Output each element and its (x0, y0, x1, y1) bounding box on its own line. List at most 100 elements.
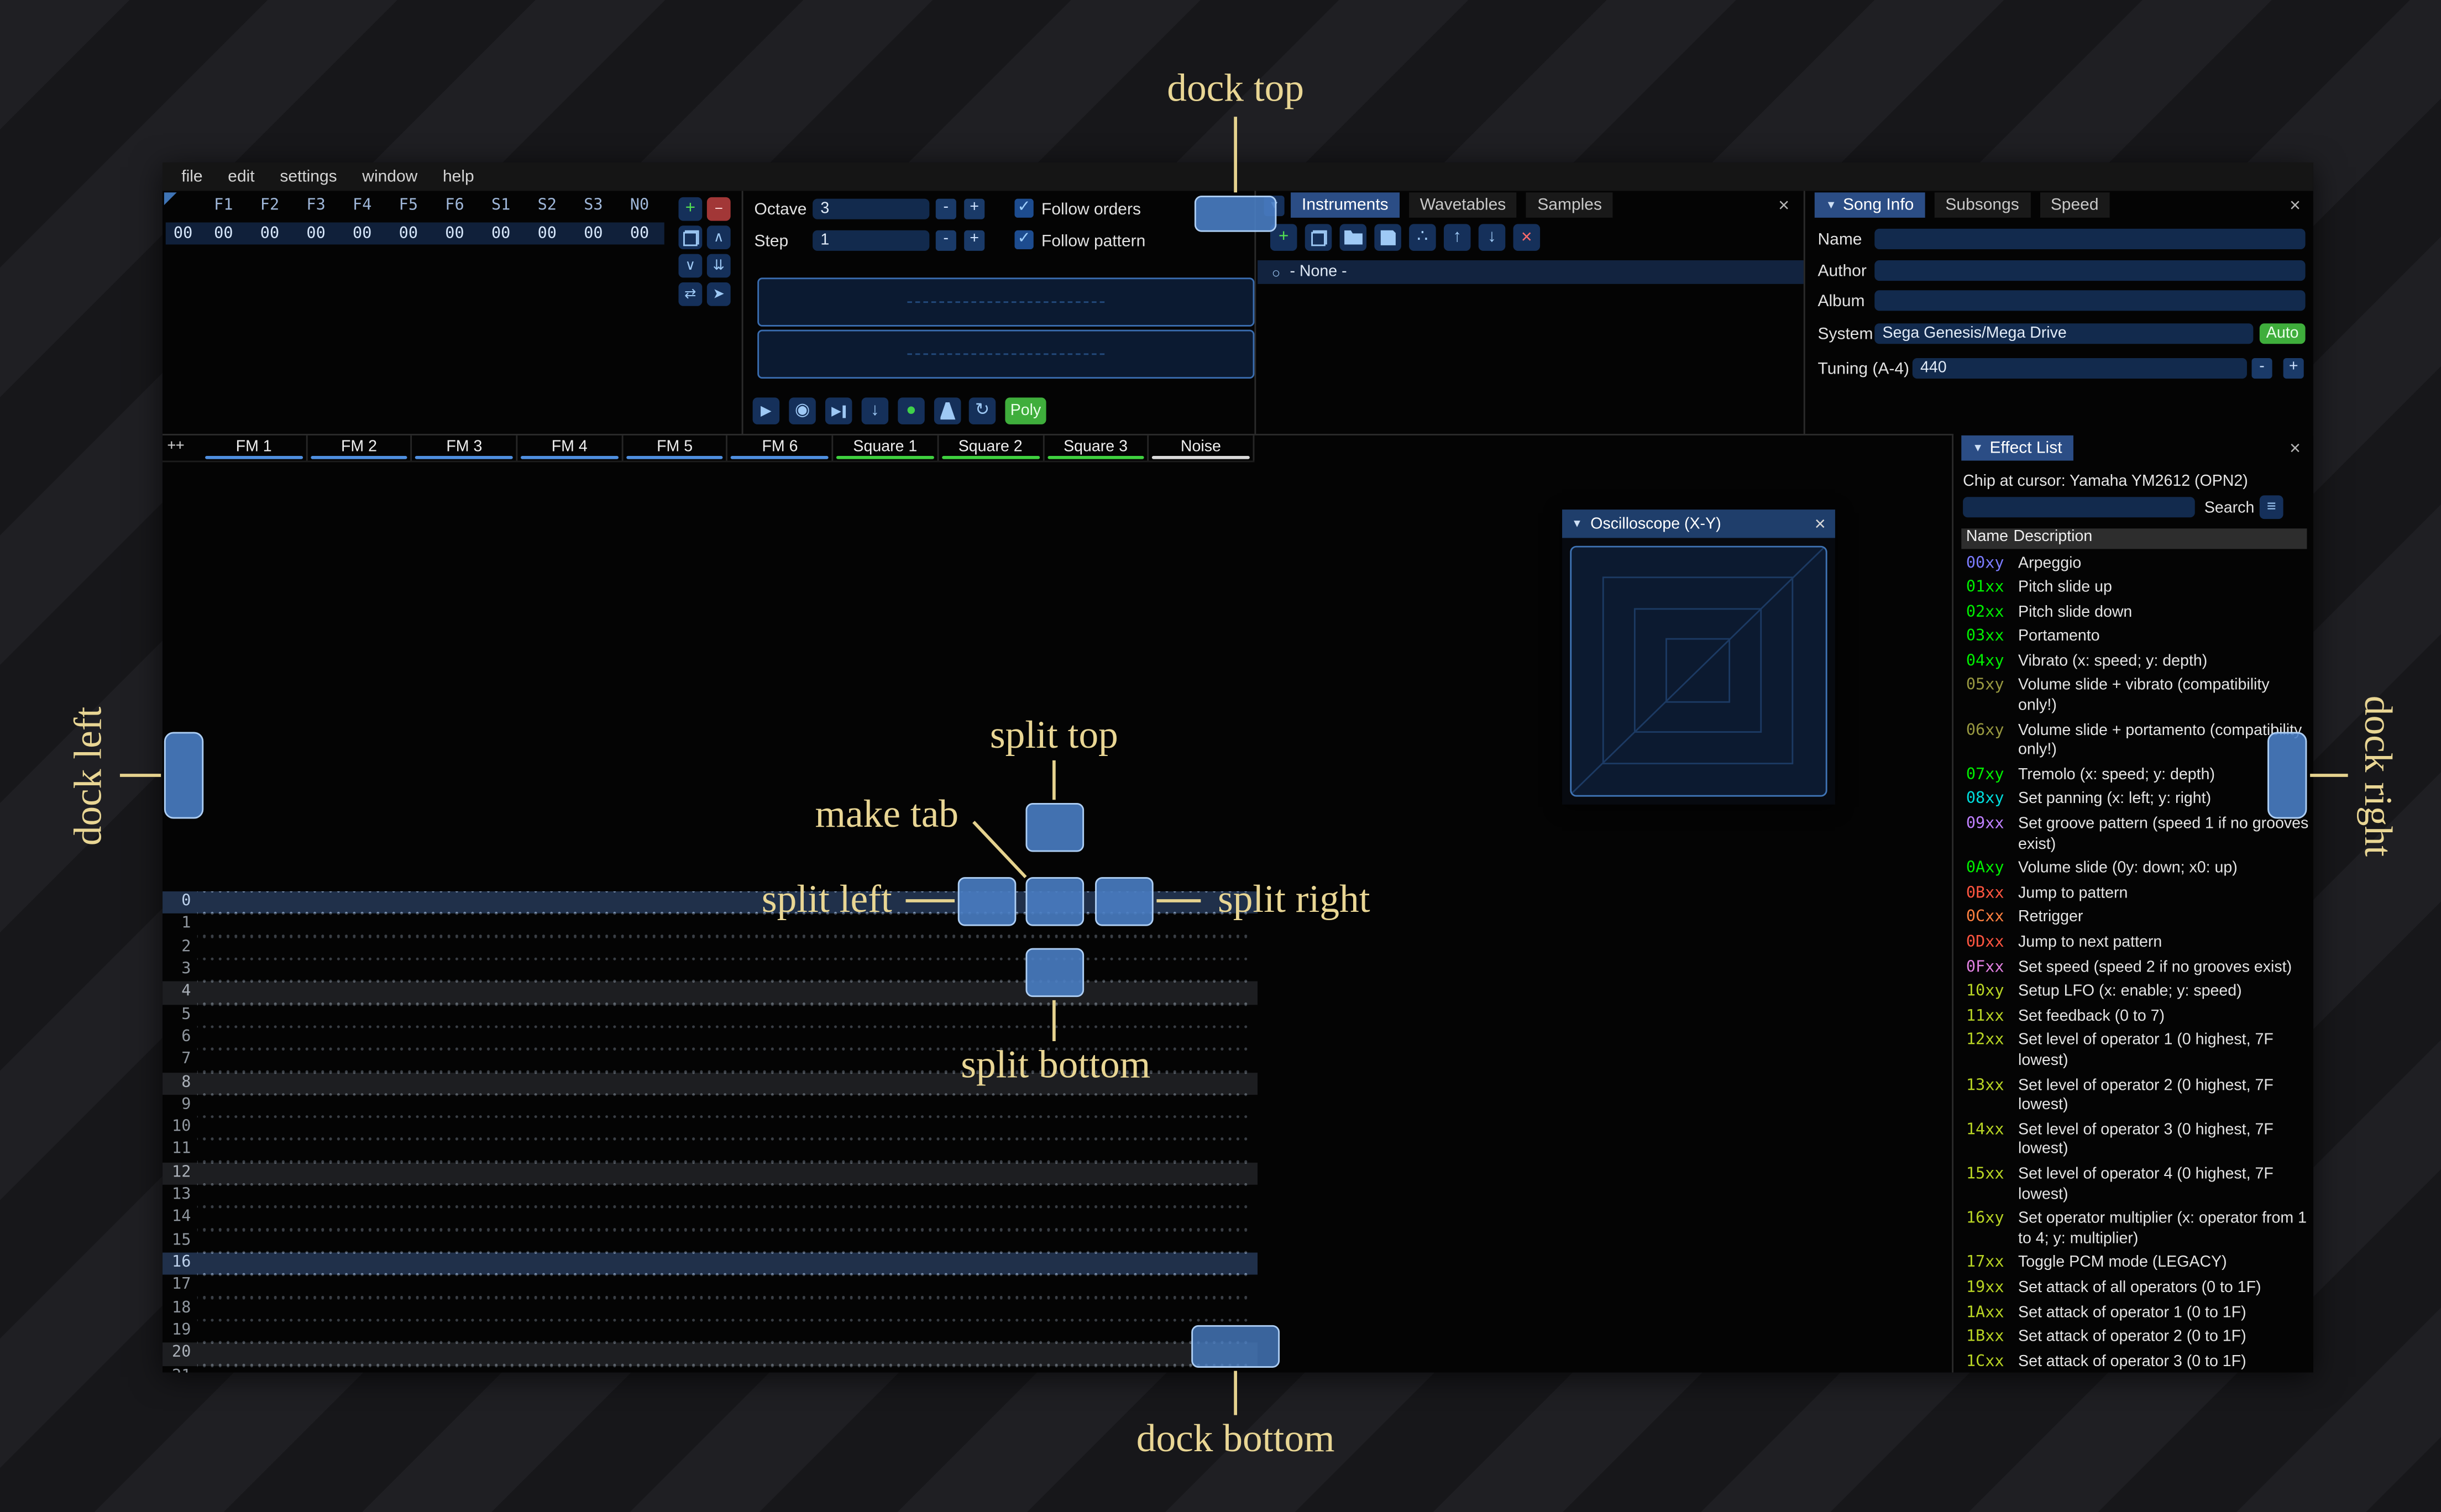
metronome-button[interactable] (934, 397, 961, 424)
effect-row[interactable]: 0Axy Volume slide (0y: down; x0: up) (1961, 858, 2310, 883)
pattern-row[interactable]: 5 (163, 1004, 1258, 1027)
song-info-close-icon[interactable]: × (2290, 196, 2301, 214)
pattern-row-cells[interactable] (197, 1184, 1250, 1208)
pattern-channel-header[interactable]: FM 3 (412, 435, 518, 461)
pattern-row[interactable]: 13 (163, 1184, 1258, 1208)
pattern-row-cells[interactable] (197, 1230, 1250, 1253)
effect-row[interactable]: 09xx Set groove pattern (speed 1 if no g… (1961, 813, 2310, 858)
order-move-up-button[interactable]: ∧ (706, 225, 731, 250)
split-target-left[interactable] (957, 877, 1017, 926)
effect-list-menu-button[interactable]: ≡ (2259, 495, 2283, 519)
pattern-channel-header[interactable]: Noise (1149, 435, 1255, 461)
pattern-row-cells[interactable] (197, 936, 1250, 959)
instrument-move-up-button[interactable]: ↑ (1443, 224, 1471, 251)
instruments-tab[interactable]: Samples (1526, 192, 1613, 218)
order-duplicate-button[interactable] (678, 225, 703, 250)
pattern-channel-header[interactable]: FM 2 (307, 435, 413, 461)
follow-pattern-checkbox[interactable]: ✓ (1014, 230, 1034, 250)
orders-cell[interactable]: 00 (478, 225, 524, 242)
effect-row[interactable]: 05xy Volume slide + vibrato (compatibili… (1961, 675, 2310, 720)
song-info-tab[interactable]: ▼ Song Info (1814, 192, 1925, 218)
dock-target-top[interactable] (1194, 195, 1277, 232)
order-remove-button[interactable]: − (706, 197, 731, 221)
system-field[interactable]: Sega Genesis/Mega Drive (1874, 323, 2254, 344)
pattern-row-cells[interactable] (197, 1094, 1250, 1117)
repeat-pattern-button[interactable]: ↻ (968, 397, 996, 424)
effect-list-tab[interactable]: ▼ Effect List (1961, 435, 2073, 461)
instrument-move-down-button[interactable]: ↓ (1478, 224, 1506, 251)
orders-cell[interactable]: 00 (339, 225, 385, 242)
instruments-close-icon[interactable]: × (1778, 196, 1789, 214)
pattern-channel-header[interactable]: FM 4 (517, 435, 623, 461)
effect-row[interactable]: 0Fxx Set speed (speed 2 if no grooves ex… (1961, 956, 2310, 981)
pattern-channel-header[interactable]: Square 3 (1044, 435, 1149, 461)
pattern-row-cells[interactable] (197, 981, 1250, 1005)
instruments-tab[interactable]: Wavetables (1408, 192, 1517, 218)
split-target-top[interactable] (1025, 802, 1085, 852)
orders-cell[interactable]: 00 (201, 225, 247, 242)
pattern-row[interactable]: 1 (163, 914, 1258, 937)
pattern-row[interactable]: 3 (163, 959, 1258, 982)
orders-corner-tab-icon[interactable] (164, 192, 177, 206)
orders-row[interactable]: 00 00 00 00 00 00 00 00 00 00 00 (165, 222, 664, 245)
move-cursor-down-button[interactable]: ↓ (861, 397, 889, 424)
pattern-row-cells[interactable] (197, 1140, 1250, 1163)
effect-row[interactable]: 1Axx Set attack of operator 1 (0 to 1F) (1961, 1301, 2310, 1326)
effect-list-close-icon[interactable]: × (2290, 439, 2301, 458)
pattern-channel-header[interactable]: FM 1 (202, 435, 307, 461)
oscilloscope-title-bar[interactable]: ▼ Oscilloscope (X-Y) × (1562, 510, 1835, 538)
instrument-open-button[interactable] (1339, 224, 1367, 251)
effect-row[interactable]: 10xy Setup LFO (x: enable; y: speed) (1961, 981, 2310, 1006)
effect-row[interactable]: 01xx Pitch slide up (1961, 577, 2310, 602)
pattern-row-cells[interactable] (197, 1275, 1250, 1298)
order-move-down-button[interactable]: ∨ (678, 254, 703, 278)
pattern-expand-button[interactable]: ++ (163, 435, 202, 461)
menu-item[interactable]: edit (215, 162, 267, 191)
effect-row[interactable]: 00xy Arpeggio (1961, 552, 2310, 577)
instrument-organize-button[interactable]: ∴ (1409, 224, 1436, 251)
pattern-row[interactable]: 12 (163, 1162, 1258, 1185)
pattern-row[interactable]: 0 (163, 891, 1258, 914)
effect-row[interactable]: 17xx Toggle PCM mode (LEGACY) (1961, 1252, 2310, 1277)
orders-cell[interactable]: 00 (616, 225, 663, 242)
menu-item[interactable]: settings (267, 162, 349, 191)
follow-orders-checkbox[interactable]: ✓ (1014, 198, 1034, 218)
pattern-channel-header[interactable]: FM 5 (623, 435, 729, 461)
effect-row[interactable]: 11xx Set feedback (0 to 7) (1961, 1005, 2310, 1030)
step-increase-button[interactable]: + (964, 230, 985, 251)
dock-target-left[interactable] (164, 732, 204, 819)
pattern-row-cells[interactable] (197, 1342, 1250, 1366)
effect-row[interactable]: 1Bxx Set attack of operator 2 (0 to 1F) (1961, 1326, 2310, 1351)
pattern-row-cells[interactable] (197, 1252, 1250, 1275)
orders-cell[interactable]: 00 (247, 225, 293, 242)
pattern-row-cells[interactable] (197, 1365, 1250, 1373)
orders-cell[interactable]: 00 (524, 225, 570, 242)
split-target-right[interactable] (1095, 877, 1154, 926)
split-target-bottom[interactable] (1025, 948, 1085, 998)
effect-row[interactable]: 16xy Set operator multiplier (x: operato… (1961, 1208, 2310, 1252)
effect-row[interactable]: 1Cxx Set attack of operator 3 (0 to 1F) (1961, 1351, 2310, 1372)
play-button[interactable]: ▶ (752, 397, 780, 424)
menu-item[interactable]: help (430, 162, 486, 191)
play-pattern-button[interactable]: ◉ (789, 397, 816, 424)
author-field[interactable] (1874, 260, 2306, 281)
pattern-row[interactable]: 9 (163, 1094, 1258, 1117)
pattern-row[interactable]: 18 (163, 1298, 1258, 1321)
dock-target-bottom[interactable] (1191, 1325, 1280, 1368)
effect-row[interactable]: 06xy Volume slide + portamento (compatib… (1961, 720, 2310, 764)
orders-cell[interactable]: 00 (432, 225, 478, 242)
order-duplicate-end-button[interactable]: ⇊ (706, 254, 731, 278)
oscilloscope-close-icon[interactable]: × (1815, 513, 1826, 535)
pattern-row-cells[interactable] (197, 1004, 1250, 1027)
pattern-channel-header[interactable]: Square 1 (834, 435, 939, 461)
pattern-row-cells[interactable] (197, 1117, 1250, 1140)
pattern-channel-header[interactable]: Square 2 (939, 435, 1044, 461)
orders-cell[interactable]: 00 (293, 225, 339, 242)
order-change-mode-button[interactable]: ⇄ (678, 282, 703, 306)
song-info-tab[interactable]: ▼Speed (2039, 192, 2110, 218)
tuning-increase-button[interactable]: + (2283, 358, 2304, 379)
pattern-row-cells[interactable] (197, 959, 1250, 982)
effect-row[interactable]: 19xx Set attack of all operators (0 to 1… (1961, 1277, 2310, 1302)
effect-row[interactable]: 0Cxx Retrigger (1961, 907, 2310, 932)
poly-toggle-button[interactable]: Poly (1005, 397, 1046, 424)
